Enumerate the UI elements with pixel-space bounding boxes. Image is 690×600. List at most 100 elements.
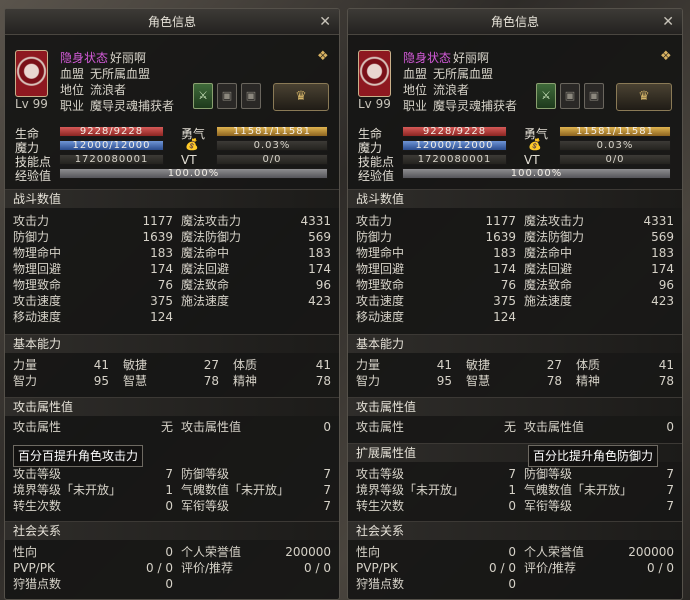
stat-row: 个人荣誉值 200000 <box>524 545 674 559</box>
title-emblem-button[interactable]: ♛ <box>616 83 672 111</box>
stat-row: 体质 41 <box>576 358 674 372</box>
stat-row: 移动速度 124 <box>356 310 516 324</box>
vt-bar: 0/0 <box>559 154 671 165</box>
stat-row: 评价/推荐 0 / 0 <box>524 561 674 575</box>
hp-bar: 9228/9228 <box>402 126 507 137</box>
attack-attr-section-title: 攻击属性值 <box>5 397 339 416</box>
stat-row: 防御力 1639 <box>356 230 516 244</box>
stat-row: 个人荣誉值 200000 <box>181 545 331 559</box>
clan-value: 无所属血盟 <box>433 67 494 81</box>
tooltip: 百分百提升角色攻击力 <box>13 445 144 467</box>
stat-row: 性向 0 <box>13 545 173 559</box>
stat-row: 施法速度 423 <box>181 294 331 308</box>
panel-title: 角色信息 <box>490 15 539 29</box>
lock-icon[interactable]: ▣ <box>584 83 604 109</box>
tooltip: 百分比提升角色防御力 <box>528 445 659 467</box>
stat-row: 攻击等级 7 <box>356 467 516 481</box>
character-info-panel-left: 角色信息 ✕ 隐身状态 好丽啊 血盟 无所属血盟 地位 流浪者 Lv 99 职业… <box>4 8 340 600</box>
stat-row: 气魄数值「未开放」 7 <box>524 483 674 497</box>
stat-row: 魔法防御力 569 <box>524 230 674 244</box>
social-section-title: 社会关系 <box>5 521 339 540</box>
pouch-bar: 0.03% <box>216 140 328 151</box>
stat-row: 转生次数 0 <box>13 499 173 513</box>
stat-row: 境界等级「未开放」 1 <box>13 483 173 497</box>
character-name: 好丽啊 <box>453 51 490 65</box>
social-section-title: 社会关系 <box>348 521 682 540</box>
lock-icon[interactable]: ▣ <box>241 83 261 109</box>
stat-row: 转生次数 0 <box>356 499 516 513</box>
clan-value: 无所属血盟 <box>90 67 151 81</box>
character-name: 好丽啊 <box>110 51 147 65</box>
stat-row: 智慧 78 <box>123 374 219 388</box>
stat-row: 力量 41 <box>356 358 452 372</box>
stealth-status-label[interactable]: 隐身状态 <box>60 49 108 66</box>
clan-label: 血盟 <box>403 67 428 81</box>
lock-icon[interactable]: ▣ <box>217 83 237 109</box>
class-value: 魔导灵魂捕获者 <box>90 99 175 113</box>
level-text: Lv 99 <box>358 97 391 111</box>
stat-row: 性向 0 <box>356 545 516 559</box>
clan-label: 血盟 <box>60 67 85 81</box>
stat-row: 魔法致命 96 <box>181 278 331 292</box>
stat-row: 军衔等级 7 <box>181 499 331 513</box>
ornament-icon: ❖ <box>660 49 672 64</box>
stealth-status-label[interactable]: 隐身状态 <box>403 49 451 66</box>
character-info-panel-right: 角色信息 ✕ 隐身状态 好丽啊 血盟 无所属血盟 地位 流浪者 Lv 99 职业… <box>347 8 683 600</box>
stat-row: 攻击力 1177 <box>356 214 516 228</box>
level-text: Lv 99 <box>15 97 48 111</box>
pouch-bar: 0.03% <box>559 140 671 151</box>
class-emblem-avatar <box>15 50 48 97</box>
attack-attr-row: 攻击属性无 <box>356 420 516 434</box>
title-emblem-button[interactable]: ♛ <box>273 83 329 111</box>
stat-row: 防御力 1639 <box>13 230 173 244</box>
stat-row: PVP/PK 0 / 0 <box>356 561 516 575</box>
stat-row: 魔法回避 174 <box>524 262 674 276</box>
stat-row: 精神 78 <box>576 374 674 388</box>
class-label: 职业 <box>60 99 85 113</box>
attack-attr-row: 攻击属性无 <box>13 420 173 434</box>
stat-row: 移动速度 124 <box>13 310 173 324</box>
mp-bar: 12000/12000 <box>402 140 507 151</box>
stat-row: 精神 78 <box>233 374 331 388</box>
stat-row: 魔法防御力 569 <box>181 230 331 244</box>
rank-value: 流浪者 <box>433 83 470 97</box>
stat-row: 攻击力 1177 <box>13 214 173 228</box>
profile-section: 隐身状态 好丽啊 血盟 无所属血盟 地位 流浪者 Lv 99 职业 魔导灵魂捕获… <box>5 35 339 123</box>
stat-row: 物理回避 174 <box>13 262 173 276</box>
stat-row: 防御等级 7 <box>181 467 331 481</box>
class-emblem-avatar <box>358 50 391 97</box>
rank-value: 流浪者 <box>90 83 127 97</box>
stat-row: PVP/PK 0 / 0 <box>13 561 173 575</box>
basic-section-title: 基本能力 <box>348 334 682 353</box>
stat-row: 力量 41 <box>13 358 109 372</box>
lock-icon[interactable]: ▣ <box>560 83 580 109</box>
stat-row: 狩猎点数 0 <box>356 577 516 591</box>
stat-row: 攻击等级 7 <box>13 467 173 481</box>
vt-bar: 0/0 <box>216 154 328 165</box>
exp-label: 经验值 <box>358 169 395 183</box>
stat-row: 物理回避 174 <box>356 262 516 276</box>
stat-row: 物理命中 183 <box>356 246 516 260</box>
stat-row: 攻击速度 375 <box>13 294 173 308</box>
class-value: 魔导灵魂捕获者 <box>433 99 518 113</box>
exp-bar: 100.00% <box>402 168 671 179</box>
equipped-slot-icon[interactable]: ⚔ <box>536 83 556 109</box>
stat-row: 物理致命 76 <box>356 278 516 292</box>
panel-title: 角色信息 <box>147 15 196 29</box>
basic-section-title: 基本能力 <box>5 334 339 353</box>
vt-label: VT <box>524 153 540 167</box>
panel-titlebar[interactable]: 角色信息 ✕ <box>348 9 682 35</box>
attack-attr-value-row: 攻击属性值 0 <box>524 420 674 434</box>
vt-label: VT <box>181 153 197 167</box>
close-icon[interactable]: ✕ <box>319 9 331 35</box>
profile-section: 隐身状态 好丽啊 血盟 无所属血盟 地位 流浪者 Lv 99 职业 魔导灵魂捕获… <box>348 35 682 123</box>
pouch-icon: 💰 <box>185 138 199 151</box>
stat-row: 境界等级「未开放」 1 <box>356 483 516 497</box>
stat-row: 军衔等级 7 <box>524 499 674 513</box>
panel-titlebar[interactable]: 角色信息 ✕ <box>5 9 339 35</box>
hp-bar: 9228/9228 <box>59 126 164 137</box>
stat-row: 智力 95 <box>13 374 109 388</box>
equipped-slot-icon[interactable]: ⚔ <box>193 83 213 109</box>
close-icon[interactable]: ✕ <box>662 9 674 35</box>
pouch-icon: 💰 <box>528 138 542 151</box>
